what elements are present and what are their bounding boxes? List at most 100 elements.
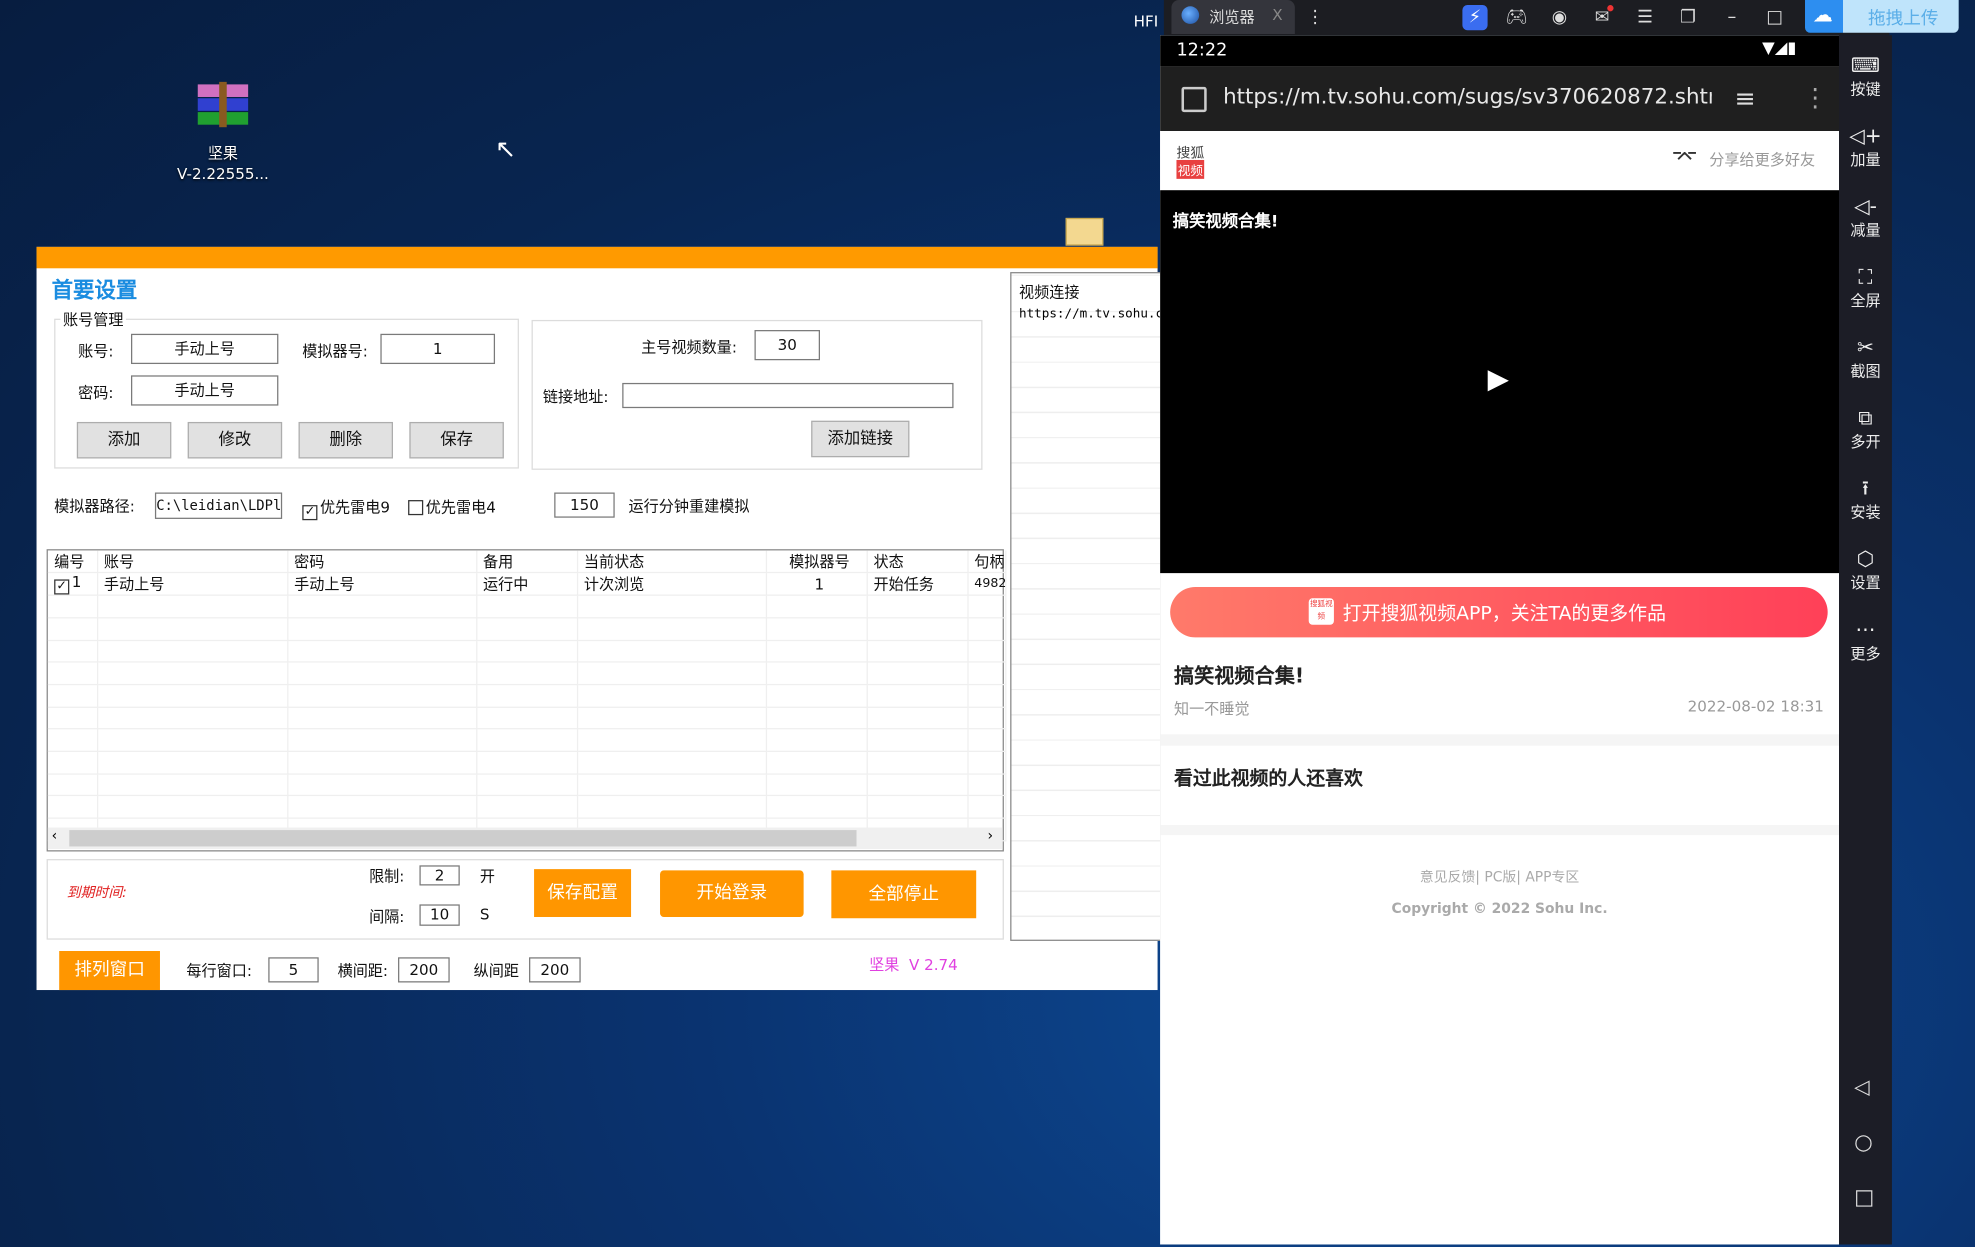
account-icon[interactable]: ◉ (1547, 5, 1572, 30)
sidebar-item-4[interactable]: ✂ 截图 (1839, 335, 1892, 382)
rebuild-minutes-input[interactable]: 150 (554, 492, 615, 518)
table-row[interactable] (47, 706, 1006, 730)
sidebar-item-7[interactable]: ⬡ 设置 (1839, 547, 1892, 594)
table-row[interactable] (47, 795, 1006, 819)
minimize-icon[interactable]: – (1719, 5, 1744, 30)
mail-icon[interactable]: ✉ (1590, 5, 1615, 30)
delete-button[interactable]: 删除 (298, 421, 393, 459)
desktop-archive-icon[interactable] (195, 81, 252, 128)
account-table-grid: 编号 账号 密码 备用 当前状态 模拟器号 状态 句柄 ✓ 1 手动上号 手动上号 运行中 计次浏览 1 开始… (47, 550, 1006, 842)
scroll-right-icon[interactable]: › (988, 828, 994, 844)
share-label[interactable]: 分享给更多好友 (1709, 149, 1815, 170)
table-row[interactable] (47, 639, 1006, 663)
folder-icon[interactable] (1065, 217, 1104, 246)
video-player[interactable]: 搞笑视频合集! ▶ (1160, 190, 1840, 574)
sidebar-item-8[interactable]: ⋯ 更多 (1839, 617, 1892, 664)
table-cell: 4982 (967, 572, 1006, 597)
limit-input[interactable]: 2 (419, 865, 460, 886)
title-bar[interactable] (36, 246, 1158, 269)
table-cell (287, 729, 477, 752)
column-header[interactable]: 账号 (96, 550, 288, 574)
sidebar-item-5[interactable]: ⧉ 多开 (1839, 406, 1892, 453)
open-app-banner[interactable]: 搜狐视频 打开搜狐视频APP，关注TA的更多作品 (1170, 586, 1828, 638)
url-text[interactable]: https://m.tv.sohu.com/sugs/sv370620872.s… (1223, 84, 1712, 109)
interval-input[interactable]: 10 (419, 904, 460, 926)
scrollbar-thumb[interactable] (69, 830, 857, 847)
back-nav-icon[interactable]: ◁ (1854, 1074, 1870, 1098)
table-cell (476, 751, 578, 775)
video-links-list[interactable]: 视频连接 https://m.tv.sohu.com (1010, 272, 1162, 941)
video-count-input[interactable]: 30 (754, 330, 820, 361)
save-config-button[interactable]: 保存配置 (534, 869, 632, 917)
row-checkbox[interactable]: ✓ (54, 579, 70, 595)
video-link-item[interactable]: https://m.tv.sohu.com (1019, 307, 1160, 321)
kebab-menu-icon[interactable]: ⋮ (1302, 5, 1327, 30)
link-address-input[interactable] (622, 382, 954, 409)
table-cell (765, 773, 868, 797)
modify-button[interactable]: 修改 (187, 421, 283, 459)
table-row[interactable] (47, 729, 1006, 752)
column-header[interactable]: 状态 (866, 550, 969, 574)
video-author[interactable]: 知一不睡觉 (1174, 698, 1250, 719)
prefer-ld4-checkbox[interactable]: 优先雷电4 (408, 496, 496, 517)
start-login-button[interactable]: 开始登录 (660, 870, 804, 917)
table-row[interactable] (47, 773, 1006, 797)
drag-upload-button[interactable]: ☁ 拖拽上传 (1805, 0, 1959, 33)
table-cell (287, 795, 477, 819)
table-row[interactable] (47, 662, 1006, 686)
maximize-icon[interactable]: □ (1762, 5, 1787, 30)
stop-all-button[interactable]: 全部停止 (831, 870, 977, 919)
table-row[interactable]: ✓ 1 手动上号 手动上号 运行中 计次浏览 1 开始任务 4982 (47, 572, 1006, 597)
url-bar[interactable]: https://m.tv.sohu.com/sugs/sv370620872.s… (1160, 66, 1840, 131)
v-gap-input[interactable]: 200 (529, 957, 581, 983)
tab-browser[interactable]: 浏览器 X (1171, 0, 1295, 35)
column-header[interactable]: 模拟器号 (765, 550, 868, 574)
save-button[interactable]: 保存 (409, 421, 504, 459)
column-header[interactable]: 备用 (476, 550, 578, 574)
h-gap-input[interactable]: 200 (398, 957, 450, 983)
tabs-icon[interactable]: ≡ (1734, 83, 1755, 113)
horizontal-scrollbar[interactable]: ‹ › (47, 827, 1003, 849)
play-icon[interactable]: ▶ (1488, 364, 1509, 395)
gamepad-icon[interactable]: 🎮︎ (1504, 5, 1529, 30)
add-link-button[interactable]: 添加链接 (811, 420, 910, 458)
browser-menu-icon[interactable]: ⋮ (1802, 82, 1827, 112)
table-row[interactable] (47, 684, 1006, 708)
home-nav-icon[interactable]: ○ (1854, 1130, 1873, 1155)
emulator-number-input[interactable]: 1 (380, 333, 496, 365)
per-row-input[interactable]: 5 (268, 957, 319, 983)
rotate-icon[interactable]: ❐ (1675, 5, 1700, 30)
prefer-ld4-label: 优先雷电4 (425, 498, 496, 517)
table-row[interactable] (47, 751, 1006, 775)
sidebar-item-2[interactable]: ◁- 减量 (1839, 194, 1892, 241)
checkbox-checked-icon[interactable]: ✓ (302, 505, 318, 521)
account-input[interactable]: 手动上号 (130, 333, 279, 365)
tab-close-icon[interactable]: X (1272, 6, 1282, 24)
column-header[interactable]: 当前状态 (576, 550, 767, 574)
scissors-icon: ✂ (1857, 335, 1874, 359)
sidebar-item-1[interactable]: ◁+ 加量 (1839, 123, 1892, 170)
footer-links[interactable]: 意见反馈| PC版| APP专区 (1160, 867, 1839, 887)
checkbox-unchecked-icon[interactable] (408, 500, 424, 516)
table-row[interactable] (47, 595, 1006, 619)
table-cell (47, 706, 98, 730)
password-input[interactable]: 手动上号 (130, 375, 279, 406)
emulator-path-input[interactable]: C:\leidian\LDPla (154, 492, 283, 519)
share-icon[interactable]: ⌤ (1671, 145, 1697, 171)
table-row[interactable] (47, 617, 1006, 641)
arrange-windows-button[interactable]: 排列窗口 (59, 950, 160, 991)
sidebar-item-6[interactable]: ⭱ 安装 (1839, 476, 1892, 523)
sidebar-item-0[interactable]: ⌨ 按键 (1839, 53, 1892, 100)
column-header[interactable]: 句柄 (967, 550, 1006, 574)
column-header[interactable]: 密码 (287, 550, 477, 574)
open-app-label: 打开搜狐视频APP，关注TA的更多作品 (1342, 602, 1666, 625)
sidebar-item-3[interactable]: ⛶ 全屏 (1839, 265, 1892, 312)
add-button[interactable]: 添加 (76, 421, 172, 459)
prefer-ld9-checkbox[interactable]: ✓ 优先雷电9 (302, 496, 390, 521)
column-header[interactable]: 编号 (47, 550, 98, 574)
bolt-icon[interactable]: ⚡ (1462, 5, 1488, 31)
menu-icon[interactable]: ☰ (1632, 5, 1657, 30)
scroll-left-icon[interactable]: ‹ (52, 828, 58, 844)
table-cell (576, 751, 767, 775)
recents-nav-icon[interactable]: □ (1854, 1185, 1874, 1210)
